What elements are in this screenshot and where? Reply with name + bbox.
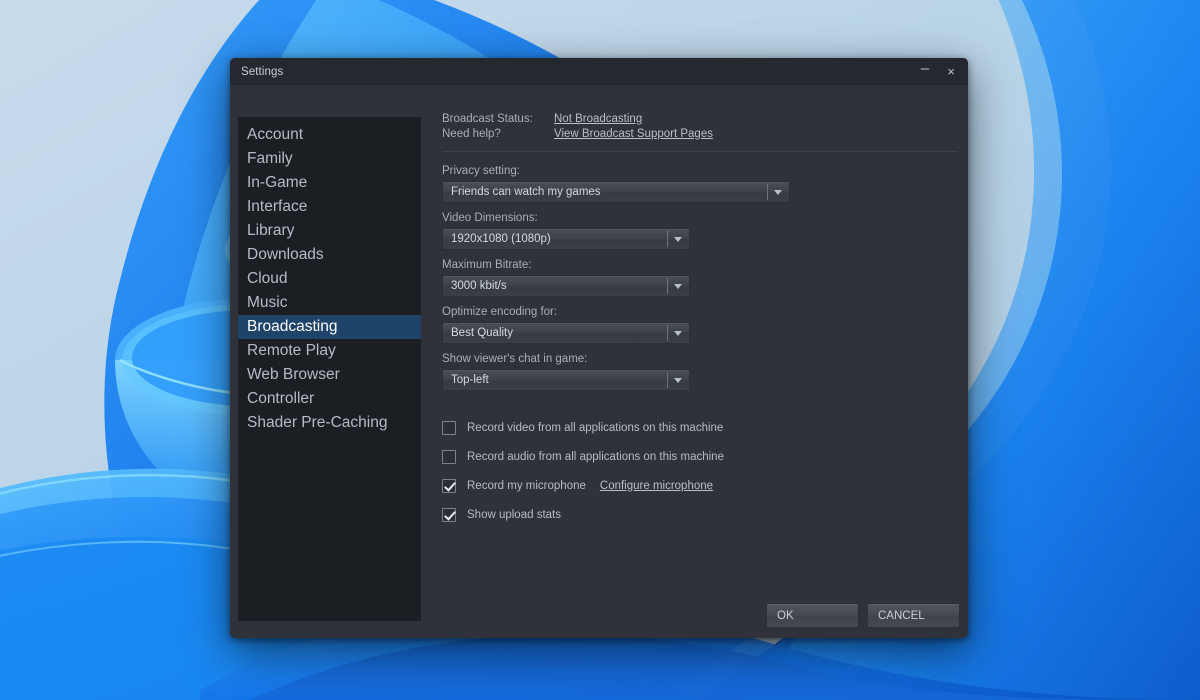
sidebar-item-music[interactable]: Music (238, 291, 421, 315)
sidebar-item-controller[interactable]: Controller (238, 387, 421, 411)
field-maximum-bitrate: Maximum Bitrate: 3000 kbit/s (442, 259, 958, 297)
optimize-encoding-select[interactable]: Best Quality (442, 322, 690, 344)
privacy-setting-value: Friends can watch my games (443, 186, 767, 198)
cancel-button[interactable]: CANCEL (867, 603, 960, 628)
sidebar-item-account[interactable]: Account (238, 123, 421, 147)
minimize-icon[interactable]: – (912, 58, 938, 85)
need-help-label: Need help? (442, 128, 554, 140)
maximum-bitrate-value: 3000 kbit/s (443, 280, 667, 292)
window-controls: – × (912, 58, 964, 85)
broadcasting-panel: Broadcast Status: Not Broadcasting Need … (442, 113, 958, 621)
chevron-down-icon[interactable] (667, 370, 689, 390)
close-icon[interactable]: × (938, 58, 964, 85)
checkbox-record-video[interactable] (442, 421, 456, 435)
checkbox-record-video-label: Record video from all applications on th… (467, 422, 723, 434)
checkbox-row-show-upload-stats[interactable]: Show upload stats (442, 500, 958, 529)
configure-microphone-link[interactable]: Configure microphone (600, 480, 713, 492)
checkbox-record-microphone[interactable] (442, 479, 456, 493)
broadcast-status-value-link[interactable]: Not Broadcasting (554, 113, 642, 125)
privacy-setting-label: Privacy setting: (442, 165, 958, 177)
checkbox-row-record-audio[interactable]: Record audio from all applications on th… (442, 442, 958, 471)
chevron-down-icon[interactable] (767, 182, 789, 202)
sidebar-item-shader-pre-caching[interactable]: Shader Pre-Caching (238, 411, 421, 435)
window-title: Settings (241, 66, 283, 78)
checkbox-record-audio[interactable] (442, 450, 456, 464)
chat-position-value: Top-left (443, 374, 667, 386)
dialog-footer: OK CANCEL (766, 603, 960, 628)
field-chat-position: Show viewer's chat in game: Top-left (442, 353, 958, 391)
sidebar-item-downloads[interactable]: Downloads (238, 243, 421, 267)
broadcast-status-block: Broadcast Status: Not Broadcasting Need … (442, 113, 958, 140)
recording-options-list: Record video from all applications on th… (442, 413, 958, 529)
sidebar-item-remote-play[interactable]: Remote Play (238, 339, 421, 363)
title-bar[interactable]: Settings – × (230, 58, 968, 85)
ok-button[interactable]: OK (766, 603, 859, 628)
optimize-encoding-label: Optimize encoding for: (442, 306, 958, 318)
chat-position-label: Show viewer's chat in game: (442, 353, 958, 365)
section-divider (442, 151, 958, 152)
sidebar-item-interface[interactable]: Interface (238, 195, 421, 219)
field-video-dimensions: Video Dimensions: 1920x1080 (1080p) (442, 212, 958, 250)
sidebar-item-in-game[interactable]: In-Game (238, 171, 421, 195)
video-dimensions-label: Video Dimensions: (442, 212, 958, 224)
sidebar-item-library[interactable]: Library (238, 219, 421, 243)
broadcast-status-label: Broadcast Status: (442, 113, 554, 125)
video-dimensions-value: 1920x1080 (1080p) (443, 233, 667, 245)
checkbox-show-upload-stats-label: Show upload stats (467, 509, 561, 521)
checkbox-record-microphone-label: Record my microphone (467, 480, 586, 492)
chevron-down-icon[interactable] (667, 276, 689, 296)
video-dimensions-select[interactable]: 1920x1080 (1080p) (442, 228, 690, 250)
maximum-bitrate-label: Maximum Bitrate: (442, 259, 958, 271)
chevron-down-icon[interactable] (667, 323, 689, 343)
sidebar-item-family[interactable]: Family (238, 147, 421, 171)
settings-sidebar: Account Family In-Game Interface Library… (238, 117, 421, 621)
settings-dialog: Settings – × Account Family In-Game Inte… (230, 58, 968, 638)
sidebar-item-web-browser[interactable]: Web Browser (238, 363, 421, 387)
optimize-encoding-value: Best Quality (443, 327, 667, 339)
dialog-body: Account Family In-Game Interface Library… (230, 85, 968, 638)
sidebar-item-cloud[interactable]: Cloud (238, 267, 421, 291)
checkbox-show-upload-stats[interactable] (442, 508, 456, 522)
chat-position-select[interactable]: Top-left (442, 369, 690, 391)
view-broadcast-support-pages-link[interactable]: View Broadcast Support Pages (554, 128, 713, 140)
field-privacy-setting: Privacy setting: Friends can watch my ga… (442, 165, 958, 203)
checkbox-record-audio-label: Record audio from all applications on th… (467, 451, 724, 463)
maximum-bitrate-select[interactable]: 3000 kbit/s (442, 275, 690, 297)
field-optimize-encoding: Optimize encoding for: Best Quality (442, 306, 958, 344)
chevron-down-icon[interactable] (667, 229, 689, 249)
privacy-setting-select[interactable]: Friends can watch my games (442, 181, 790, 203)
sidebar-item-broadcasting[interactable]: Broadcasting (238, 315, 421, 339)
checkbox-row-record-video[interactable]: Record video from all applications on th… (442, 413, 958, 442)
checkbox-row-record-microphone[interactable]: Record my microphone Configure microphon… (442, 471, 958, 500)
